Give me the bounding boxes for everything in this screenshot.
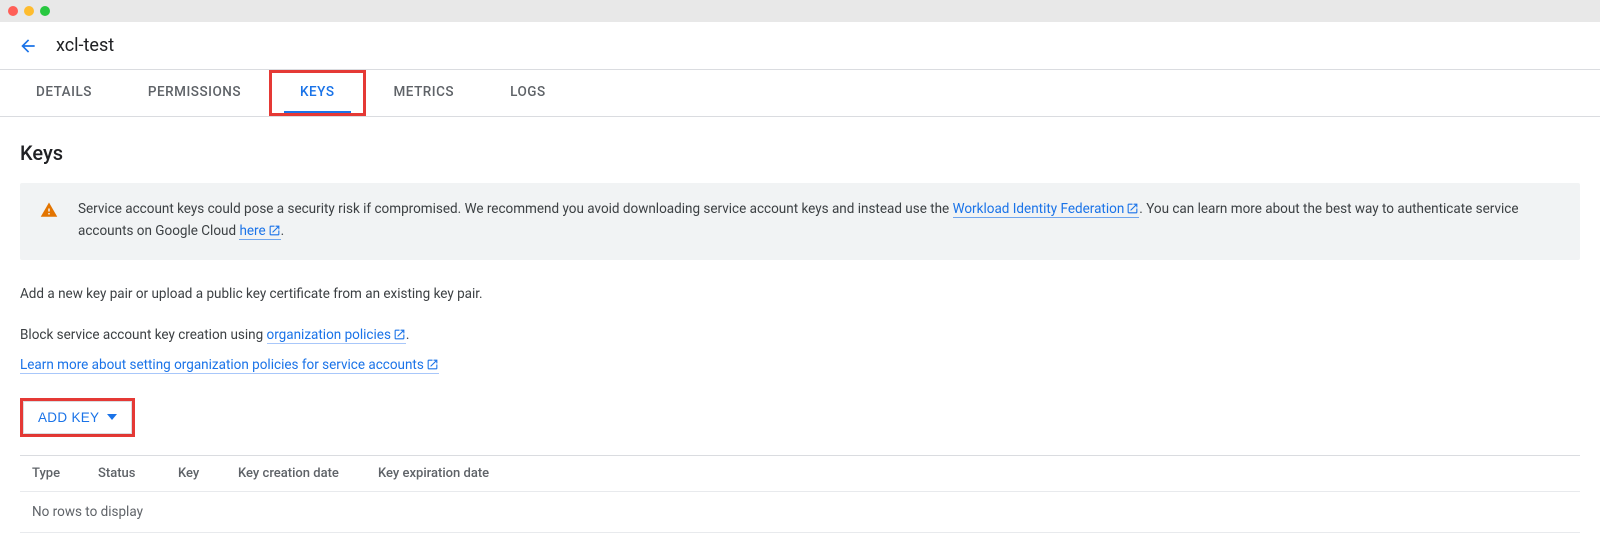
add-key-description: Add a new key pair or upload a public ke… — [20, 284, 1580, 306]
col-expiration: Key expiration date — [370, 456, 1580, 492]
tab-keys[interactable]: KEYS — [284, 73, 350, 113]
external-link-icon — [393, 327, 406, 349]
tab-metrics[interactable]: METRICS — [378, 70, 471, 116]
auth-here-link[interactable]: here — [239, 223, 280, 240]
info-text-part1: Service account keys could pose a securi… — [78, 201, 953, 217]
external-link-icon — [426, 357, 439, 379]
tabs-bar: DETAILS PERMISSIONS KEYS METRICS LOGS — [0, 70, 1600, 117]
org-policies-link-text: organization policies — [267, 327, 391, 343]
block-suffix: . — [406, 327, 410, 343]
external-link-icon — [1126, 201, 1139, 221]
block-creation-text: Block service account key creation using… — [20, 325, 1580, 349]
add-key-button-label: ADD KEY — [38, 410, 99, 425]
col-creation: Key creation date — [230, 456, 370, 492]
maximize-window-dot[interactable] — [40, 6, 50, 16]
tab-details[interactable]: DETAILS — [20, 70, 108, 116]
dropdown-caret-icon — [107, 410, 117, 425]
content-area: Keys Service account keys could pose a s… — [0, 117, 1600, 557]
workload-identity-link-text: Workload Identity Federation — [953, 201, 1125, 217]
security-info-box: Service account keys could pose a securi… — [20, 183, 1580, 260]
warning-icon — [40, 201, 58, 223]
block-prefix: Block service account key creation using — [20, 327, 267, 343]
learn-more-line: Learn more about setting organization po… — [20, 355, 1580, 379]
info-text-part3: . — [281, 223, 285, 239]
col-type: Type — [20, 456, 90, 492]
highlight-box-add-key: ADD KEY — [20, 398, 135, 437]
col-status: Status — [90, 456, 170, 492]
section-title: Keys — [20, 141, 1580, 165]
keys-table: Type Status Key Key creation date Key ex… — [20, 455, 1580, 533]
add-key-button[interactable]: ADD KEY — [23, 401, 132, 434]
info-text: Service account keys could pose a securi… — [78, 199, 1560, 244]
learn-more-org-policies-link[interactable]: Learn more about setting organization po… — [20, 357, 439, 374]
learn-more-link-text: Learn more about setting organization po… — [20, 357, 424, 373]
tab-logs[interactable]: LOGS — [494, 70, 562, 116]
empty-row: No rows to display — [20, 492, 1580, 533]
back-arrow-icon[interactable] — [16, 34, 40, 58]
auth-here-link-text: here — [239, 223, 265, 239]
workload-identity-link[interactable]: Workload Identity Federation — [953, 201, 1140, 218]
org-policies-link[interactable]: organization policies — [267, 327, 406, 344]
page-header: xcl-test — [0, 22, 1600, 70]
empty-message: No rows to display — [20, 492, 1580, 533]
page-title-breadcrumb: xcl-test — [56, 35, 114, 56]
window-titlebar — [0, 0, 1600, 22]
close-window-dot[interactable] — [8, 6, 18, 16]
col-key: Key — [170, 456, 230, 492]
tab-permissions[interactable]: PERMISSIONS — [132, 70, 257, 116]
minimize-window-dot[interactable] — [24, 6, 34, 16]
external-link-icon — [268, 223, 281, 243]
highlight-box-tab: KEYS — [269, 70, 365, 116]
